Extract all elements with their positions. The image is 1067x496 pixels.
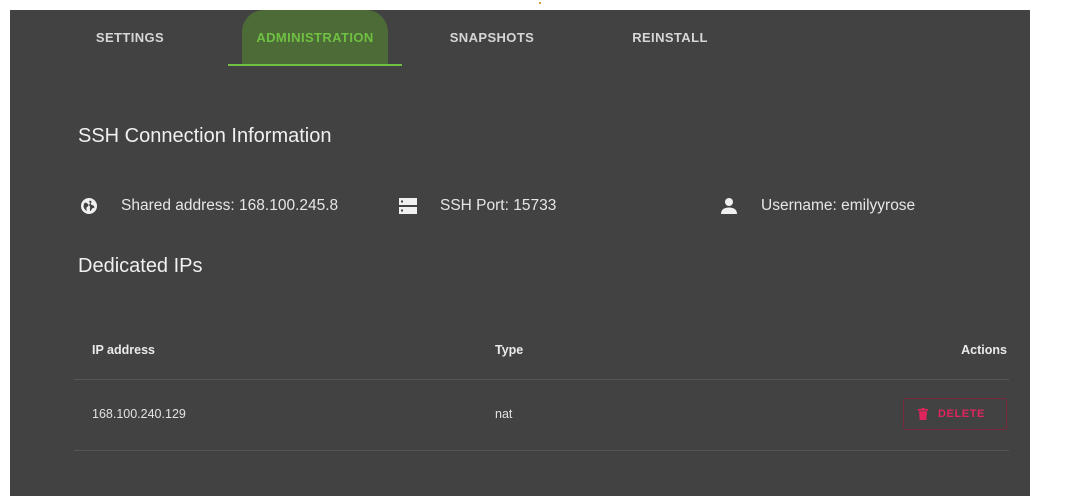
shared-address-text: Shared address: 168.100.245.8 bbox=[121, 197, 339, 214]
globe-icon bbox=[81, 198, 97, 214]
tab-settings-label: SETTINGS bbox=[95, 30, 165, 45]
top-indicator-dot bbox=[539, 2, 541, 4]
delete-ip-button[interactable]: DELETE bbox=[903, 398, 1007, 430]
server-admin-panel: SETTINGS ADMINISTRATION SNAPSHOTS REINST… bbox=[10, 10, 1030, 496]
dedicated-ips-title: Dedicated IPs bbox=[78, 255, 203, 277]
active-tab-indicator bbox=[228, 64, 402, 66]
column-header-type: Type bbox=[495, 343, 524, 357]
ssh-section-title: SSH Connection Information bbox=[78, 125, 332, 147]
delete-button-label: DELETE bbox=[938, 408, 985, 420]
table-header: IP address Type Actions bbox=[74, 325, 1009, 380]
tab-administration-label: ADMINISTRATION bbox=[256, 30, 374, 45]
tab-reinstall[interactable]: REINSTALL bbox=[610, 10, 730, 64]
server-icon bbox=[399, 198, 417, 214]
ssh-info-row: Shared address: 168.100.245.8 SSH Port: … bbox=[10, 194, 1030, 218]
person-icon bbox=[721, 198, 737, 214]
table-row: 168.100.240.129 nat DELETE bbox=[74, 380, 1009, 451]
tab-snapshots-label: SNAPSHOTS bbox=[449, 30, 535, 45]
column-header-actions: Actions bbox=[961, 343, 1007, 357]
trash-icon bbox=[918, 408, 928, 420]
tab-snapshots[interactable]: SNAPSHOTS bbox=[432, 10, 552, 64]
tab-administration[interactable]: ADMINISTRATION bbox=[228, 10, 402, 64]
ip-type-cell: nat bbox=[495, 407, 513, 421]
username-text: Username: emilyyrose bbox=[761, 197, 916, 214]
ssh-port-text: SSH Port: 15733 bbox=[440, 197, 557, 214]
ip-address-cell: 168.100.240.129 bbox=[92, 407, 186, 421]
dedicated-ips-table: IP address Type Actions 168.100.240.129 … bbox=[74, 325, 1009, 451]
tab-settings[interactable]: SETTINGS bbox=[60, 10, 200, 64]
column-header-ip-address: IP address bbox=[92, 343, 156, 357]
tab-reinstall-label: REINSTALL bbox=[632, 30, 708, 45]
